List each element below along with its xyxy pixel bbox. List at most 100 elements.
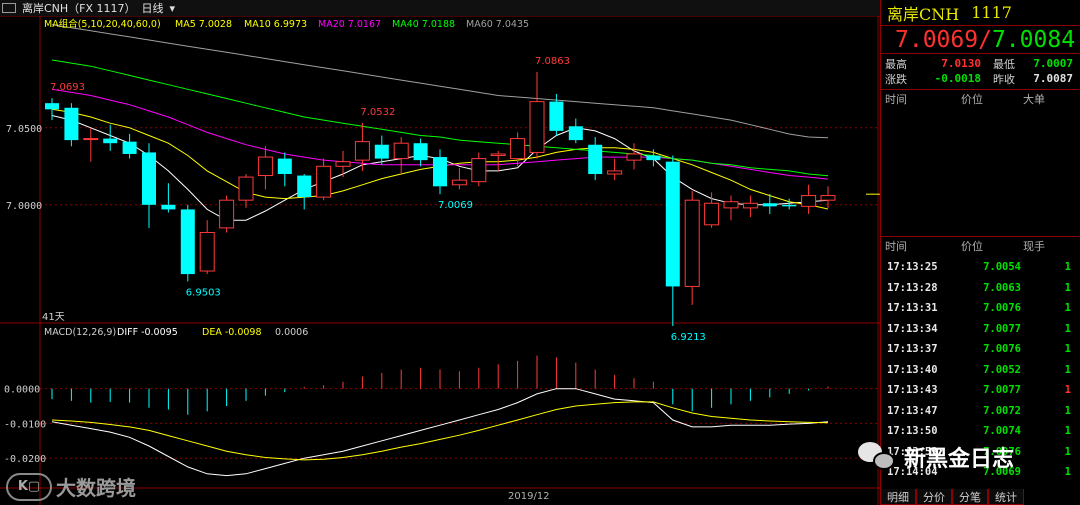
prev-close-value: 7.0087: [1033, 72, 1073, 85]
tick-row: 17:13:28 7.0063 1: [881, 278, 1080, 299]
tick-row: 17:13:31 7.0076 1: [881, 298, 1080, 319]
candle-body: [549, 101, 564, 131]
tick-time: 17:13:47: [887, 404, 938, 417]
candle-body: [142, 152, 156, 205]
candle-body: [354, 141, 370, 161]
candle-body: [820, 195, 836, 201]
candle-body: [374, 144, 389, 159]
period-dropdown-icon[interactable]: ▾: [170, 2, 176, 15]
bid-ask-price: 7.0069 / 7.0084: [881, 26, 1080, 54]
candle-body: [510, 138, 526, 160]
tick-volume: 1: [1064, 466, 1071, 479]
col-big-order: 大单: [1023, 93, 1045, 106]
tick-price: 7.0077: [983, 384, 1021, 397]
candle-body: [257, 156, 273, 177]
candle-body: [490, 153, 506, 157]
tick-volume: 1: [1064, 302, 1071, 315]
tick-volume: 1: [1064, 425, 1071, 438]
period-selector[interactable]: 日线: [142, 0, 164, 16]
candle-body: [83, 138, 99, 141]
candle-body: [646, 155, 661, 161]
change-value: -0.0018: [934, 72, 981, 85]
price-annotation: 6.9503: [186, 287, 221, 298]
macd-axis-label: 0.0000: [4, 385, 40, 396]
candle-body: [433, 157, 447, 187]
legend-ma5: MA5 7.0028: [175, 19, 232, 30]
tick-price: 7.0072: [983, 404, 1021, 417]
candle-body: [161, 204, 176, 210]
macd-legend-dea: DEA -0.0098: [202, 327, 262, 338]
high-label: 最高: [885, 57, 907, 71]
quote-title: 离岸CNH 1117: [881, 0, 1080, 26]
quote-panel: 离岸CNH 1117 7.0069 / 7.0084 最高 7.0130 最低 …: [880, 0, 1080, 505]
col-price: 价位: [961, 93, 983, 106]
ma60-line: [51, 24, 829, 139]
candle-body: [568, 126, 583, 141]
legend-ma60: MA60 7.0435: [466, 19, 529, 30]
chart-toolbar: 离岸CNH（FX 1117） 日线 ▾: [0, 0, 880, 16]
quote-stats: 最高 7.0130 最低 7.0007 涨跌 -0.0018 昨收 7.0087: [881, 54, 1080, 90]
price-axis-label: 7.0000: [6, 201, 42, 212]
tab-price-split[interactable]: 分价: [916, 489, 952, 505]
symbol-label: 离岸CNH（FX 1117）: [22, 2, 136, 15]
large-order-panel: 时间 价位 大单: [881, 90, 1080, 237]
candle-body: [471, 158, 487, 183]
tab-details[interactable]: 明细: [880, 489, 916, 505]
tick-time: 17:13:50: [887, 425, 938, 438]
candle-body: [588, 144, 603, 174]
tab-trades[interactable]: 分笔: [952, 489, 988, 505]
candle-body: [277, 158, 292, 174]
detail-tabs: 明细 分价 分笔 统计: [880, 486, 1080, 505]
tick-time: 17:13:25: [887, 261, 938, 274]
macd-axis-label: -0.0100: [4, 419, 46, 430]
tab-statistics[interactable]: 统计: [988, 489, 1024, 505]
bid-price: 7.0069: [895, 26, 979, 53]
tick-volume: 1: [1064, 363, 1071, 376]
candle-body: [684, 199, 700, 287]
tick-time: 17:13:40: [887, 363, 938, 376]
tick-volume: 1: [1064, 343, 1071, 356]
candle-body: [219, 199, 235, 229]
tick-volume: 1: [1064, 322, 1071, 335]
tick-row: 17:13:37 7.0076 1: [881, 339, 1080, 360]
prev-close-label: 昨收: [993, 72, 1015, 86]
tick-price: 7.0063: [983, 281, 1021, 294]
candle-body: [665, 161, 680, 287]
tick-volume: 1: [1064, 281, 1071, 294]
candle-body: [180, 209, 195, 275]
col-price: 价位: [961, 240, 983, 253]
tick-time: 17:13:31: [887, 302, 938, 315]
tick-price: 7.0052: [983, 363, 1021, 376]
ask-price: 7.0084: [991, 26, 1076, 53]
legend-ma_group: MA组合(5,10,20,40,60,0): [44, 18, 161, 30]
col-volume: 现手: [1023, 240, 1045, 253]
candle-body: [316, 165, 332, 198]
tick-time: 17:13:34: [887, 322, 938, 335]
tick-price: 7.0054: [983, 261, 1021, 274]
ticks-header: 时间 价位 现手: [881, 237, 1080, 255]
tick-time: 17:13:28: [887, 281, 938, 294]
price-annotation: 7.0069: [438, 200, 473, 211]
price-axis-label: 7.0500: [6, 124, 42, 135]
tick-price: 7.0074: [983, 425, 1021, 438]
bid-ask-separator: /: [978, 26, 992, 53]
macd-axis-label: -0.0200: [4, 454, 46, 465]
chart-type-icon[interactable]: [2, 3, 16, 13]
candle-body: [801, 195, 817, 207]
price-annotation: 7.0863: [535, 56, 570, 67]
tick-row: 17:13:43 7.0077 1: [881, 380, 1080, 401]
macd-legend-diff: DIFF -0.0095: [117, 327, 178, 338]
candle-body: [626, 153, 642, 161]
candle-body: [103, 138, 118, 144]
dea-line: [51, 401, 829, 461]
candle-body: [723, 201, 739, 209]
candle-body: [451, 179, 467, 186]
low-value: 7.0007: [1033, 57, 1073, 70]
candle-body: [45, 103, 59, 110]
tick-price: 7.0076: [983, 302, 1021, 315]
tick-row: 17:13:25 7.0054 1: [881, 257, 1080, 278]
tick-volume: 1: [1064, 261, 1071, 274]
candle-body: [762, 203, 777, 207]
tick-row: 17:13:50 7.0074 1: [881, 421, 1080, 442]
col-time: 时间: [885, 93, 907, 106]
